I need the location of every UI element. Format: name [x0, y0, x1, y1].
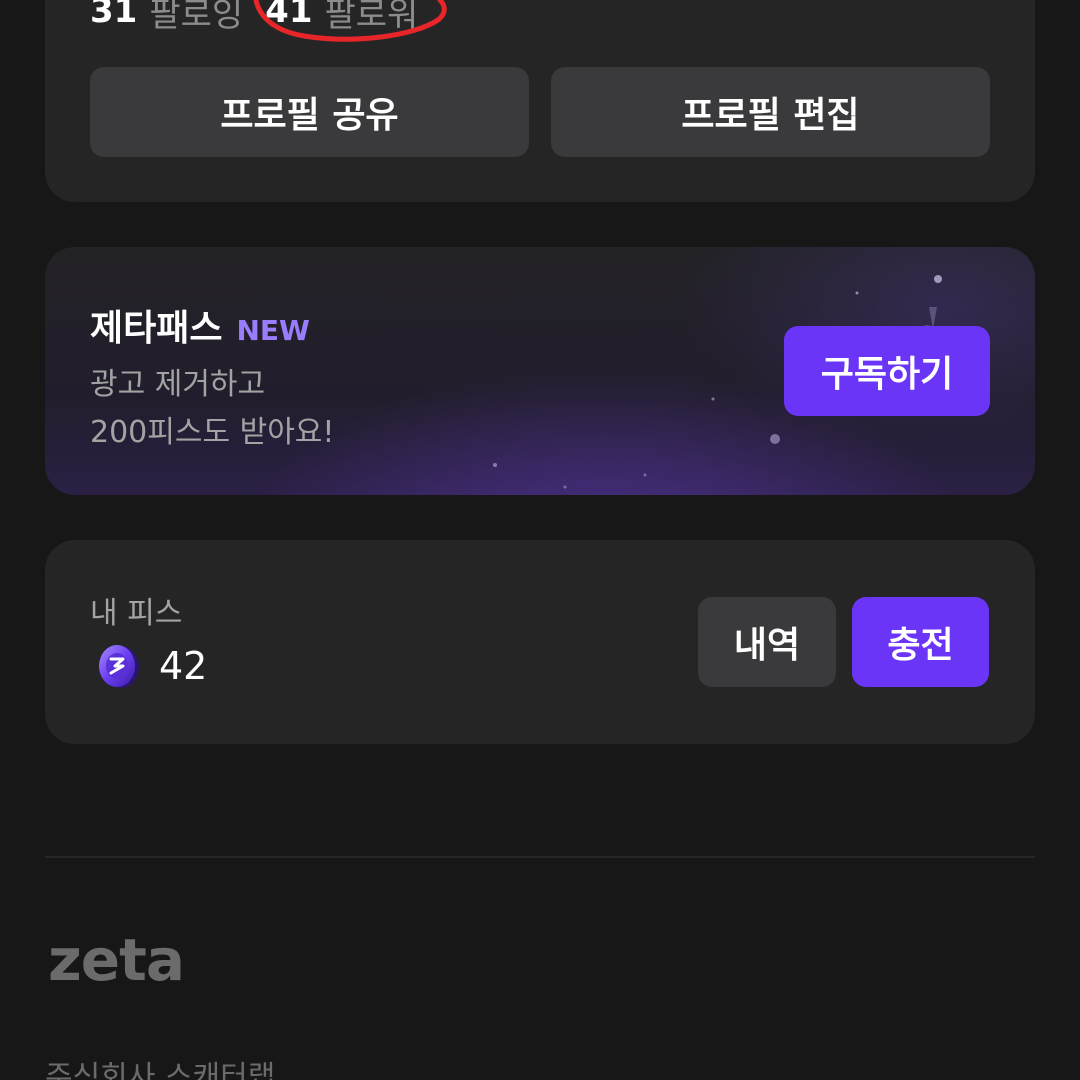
piece-coin-icon — [99, 645, 139, 688]
pass-title: 제타패스 — [90, 308, 223, 349]
new-badge: NEW — [236, 314, 310, 347]
pass-title-row: 제타패스 NEW — [90, 299, 310, 351]
follower-stat[interactable]: 41 팔로워 — [265, 0, 418, 36]
pass-description: 광고 제거하고 200피스도 받아요! — [90, 361, 334, 457]
edit-profile-button[interactable]: 프로필 편집 — [551, 67, 990, 157]
following-stat[interactable]: 31 팔로잉 — [90, 0, 243, 36]
zeta-logo: zeta — [48, 926, 185, 994]
follow-stats: 31 팔로잉 41 팔로워 — [90, 0, 418, 36]
pass-desc-line-2: 200피스도 받아요! — [90, 415, 335, 450]
piece-label: 내 피스 — [90, 596, 183, 631]
charge-button[interactable]: 충전 — [852, 597, 989, 687]
profile-actions: 프로필 공유 프로필 편집 — [90, 67, 990, 157]
footer-divider — [45, 856, 1035, 858]
company-name: 주식회사 스캐터랩 — [45, 1060, 276, 1080]
profile-page: 31 팔로잉 41 팔로워 프로필 공유 프로필 편집 제타패스 NEW 광고 … — [0, 0, 1080, 1080]
history-button[interactable]: 내역 — [698, 597, 836, 687]
subscribe-button[interactable]: 구독하기 — [784, 326, 990, 416]
following-label: 팔로잉 — [149, 0, 244, 35]
zeta-pass-card[interactable]: 제타패스 NEW 광고 제거하고 200피스도 받아요! 구독하기 — [45, 247, 1035, 495]
piece-amount: 42 — [159, 644, 208, 688]
follower-count: 41 — [265, 0, 313, 31]
follower-label: 팔로워 — [324, 0, 419, 35]
my-piece-card: 내 피스 42 내역 충전 — [45, 540, 1035, 744]
piece-amount-row: 42 — [95, 642, 207, 690]
share-profile-button[interactable]: 프로필 공유 — [90, 67, 529, 157]
following-count: 31 — [90, 0, 138, 31]
pass-desc-line-1: 광고 제거하고 — [90, 367, 266, 402]
